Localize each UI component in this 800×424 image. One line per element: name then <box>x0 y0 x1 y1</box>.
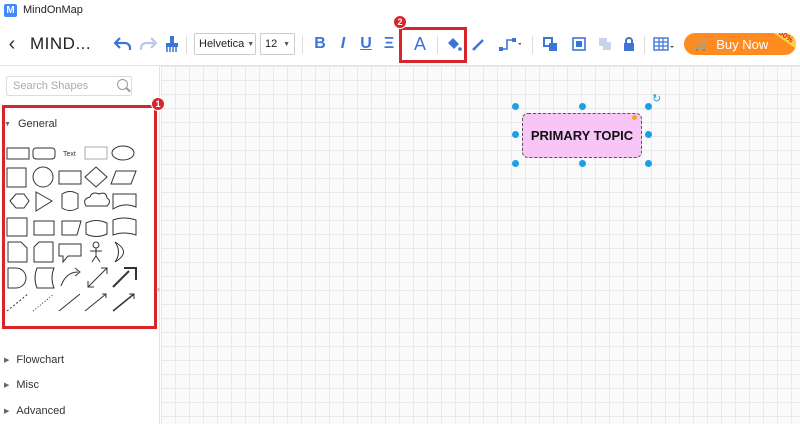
section-misc[interactable]: ▶ Misc <box>4 379 39 391</box>
table-button[interactable] <box>652 22 676 66</box>
font-family-value: Helvetica <box>199 38 245 50</box>
font-size-value: 12 <box>265 38 278 50</box>
sidebar-collapse-chevron-icon[interactable]: ‹ <box>157 284 160 294</box>
format-painter-button[interactable] <box>162 22 182 66</box>
bold-button[interactable]: B <box>311 22 329 66</box>
buy-now-button[interactable]: 🛒 Buy Now -60% <box>684 33 796 55</box>
chevron-down-icon: ▼ <box>283 40 290 48</box>
undo-button[interactable] <box>112 22 134 66</box>
document-title[interactable]: MIND... <box>30 22 91 66</box>
section-flowchart-label: Flowchart <box>16 354 65 366</box>
toolbar-divider <box>186 36 187 54</box>
search-shapes-input[interactable]: Search Shapes <box>6 76 132 96</box>
caret-right-icon: ▶ <box>4 408 10 415</box>
arrange-icon <box>543 37 557 51</box>
primary-topic-node[interactable]: PRIMARY TOPIC <box>522 113 642 158</box>
callout-box-text-color <box>399 27 467 63</box>
buy-now-label: Buy Now <box>716 36 769 52</box>
discount-badge: -60% <box>768 33 796 49</box>
cart-icon: 🛒 <box>694 36 711 51</box>
resize-handle[interactable] <box>645 160 652 167</box>
to-front-button[interactable] <box>570 22 588 66</box>
rotate-icon[interactable]: ↻ <box>652 92 661 105</box>
layer-front-icon <box>572 37 586 51</box>
line-color-button[interactable] <box>470 22 488 66</box>
resize-handle[interactable] <box>512 103 519 110</box>
italic-button[interactable]: I <box>334 22 352 66</box>
toolbar-divider <box>644 36 645 54</box>
brush-icon <box>166 36 178 52</box>
section-advanced-label: Advanced <box>16 405 66 417</box>
back-arrow-icon[interactable]: ‹ <box>4 22 20 66</box>
resize-handle[interactable] <box>579 103 586 110</box>
font-size-select[interactable]: 12 ▼ <box>260 33 295 55</box>
app-logo-icon: M <box>4 3 17 17</box>
chevron-down-icon: ▼ <box>247 40 255 48</box>
arrange-button[interactable] <box>540 22 564 66</box>
to-back-button[interactable] <box>596 22 614 66</box>
underline-button[interactable]: U <box>357 22 375 66</box>
redo-button[interactable] <box>138 22 158 66</box>
toolbar-divider <box>532 36 533 54</box>
caret-right-icon: ▶ <box>4 382 10 389</box>
toolbar-divider <box>302 36 303 54</box>
node-style-dot[interactable] <box>632 115 637 120</box>
app-title: MindOnMap <box>23 4 83 16</box>
callout-box-shapes <box>2 105 157 329</box>
resize-handle[interactable] <box>645 103 652 110</box>
lock-button[interactable] <box>620 22 638 66</box>
resize-handle[interactable] <box>512 131 519 138</box>
callout-badge-1: 1 <box>151 97 165 111</box>
search-icon[interactable] <box>117 79 128 90</box>
lock-icon <box>624 36 634 51</box>
connector-style-button[interactable] <box>494 22 526 66</box>
font-family-select[interactable]: Helvetica ▼ <box>194 33 256 55</box>
resize-handle[interactable] <box>645 131 652 138</box>
connector-icon <box>499 38 521 51</box>
section-flowchart[interactable]: ▶ Flowchart <box>4 354 64 366</box>
undo-icon <box>114 37 132 50</box>
callout-badge-2: 2 <box>393 15 407 29</box>
pen-icon <box>472 39 484 51</box>
section-misc-label: Misc <box>16 379 39 391</box>
layer-back-icon <box>599 38 611 50</box>
section-advanced[interactable]: ▶ Advanced <box>4 405 65 417</box>
diagram-canvas[interactable] <box>161 66 800 424</box>
redo-icon <box>139 37 157 50</box>
table-icon <box>653 37 674 51</box>
caret-right-icon: ▶ <box>4 357 10 364</box>
resize-handle[interactable] <box>579 160 586 167</box>
resize-handle[interactable] <box>512 160 519 167</box>
align-button[interactable]: Ξ <box>380 22 398 66</box>
